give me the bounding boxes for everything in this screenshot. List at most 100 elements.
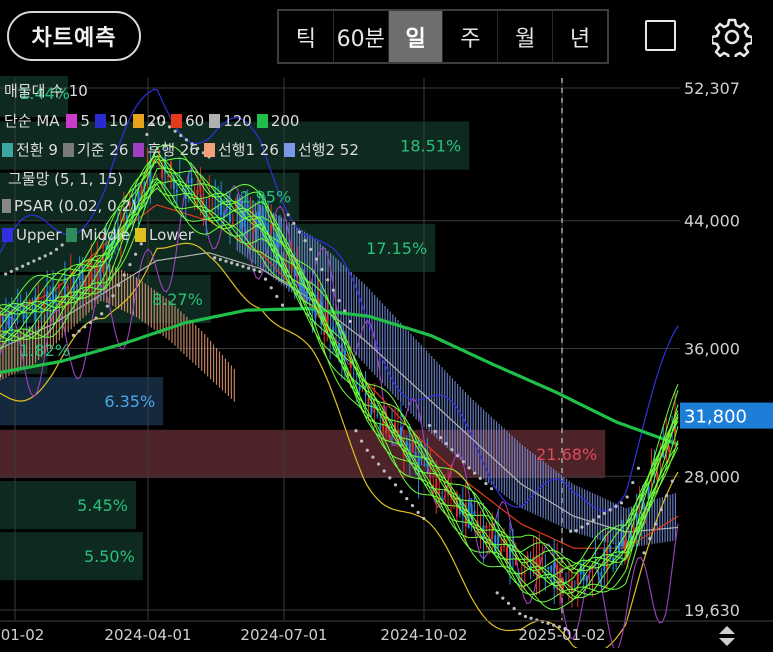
psar-dot [478, 476, 482, 480]
period-month[interactable]: 월 [498, 11, 554, 62]
x-tick-label: 3-01-02 [0, 626, 44, 644]
candle-body [211, 213, 214, 215]
psar-dot [117, 283, 121, 287]
psar-dot [586, 522, 590, 526]
psar-dot [653, 522, 658, 526]
gear-icon[interactable] [712, 17, 752, 57]
candle-body [57, 284, 60, 287]
psar-dot [382, 469, 386, 473]
y-tick-label: 19,630 [684, 601, 740, 620]
psar-dot [21, 264, 25, 268]
candle-body [379, 424, 382, 428]
ma-swatch [256, 114, 268, 128]
candle-body [252, 215, 255, 232]
ichimoku-label: 선행2 52 [297, 141, 359, 159]
psar-dot [26, 262, 30, 266]
bollinger-label: Lower [148, 226, 194, 244]
ichimoku-swatch [283, 143, 295, 157]
legend-ichimoku: 전환 9 기준 26 후행 26 선행1 26 선행2 52 [0, 139, 362, 160]
x-tick-label: 2024-10-02 [380, 626, 467, 644]
ichimoku-swatch [133, 143, 145, 157]
period-tick[interactable]: 틱 [279, 11, 334, 62]
volume-profile-label: 8.27% [152, 290, 203, 309]
psar-dot [422, 516, 426, 521]
psar-dot [580, 525, 584, 529]
psar-dot [224, 259, 228, 263]
price-chart[interactable]: 1.44%18.51%1.95%17.15%8.27%1.82%6.35%21.… [0, 68, 773, 652]
psar-dot [597, 515, 601, 519]
psar-dot [456, 454, 460, 458]
scroll-arrows-icon[interactable] [716, 624, 738, 648]
psar-dot [665, 493, 669, 498]
psar-dot [450, 448, 454, 452]
psar-dot [619, 501, 624, 505]
period-week[interactable]: 주 [443, 11, 499, 62]
psar-dot [9, 269, 13, 274]
candle-body [473, 511, 476, 516]
psar-dot [4, 272, 8, 276]
candle-body [1, 316, 4, 323]
psar-dot [331, 288, 335, 292]
psar-dot [546, 621, 550, 625]
volume-profile-label: 5.45% [77, 496, 128, 515]
volume-profile-label: 1.82% [19, 341, 70, 360]
psar-dot [179, 133, 183, 138]
ichimoku-label: 기준 26 [76, 141, 129, 159]
candle-body [570, 581, 573, 593]
candle-body [311, 310, 314, 313]
x-tick-label: 2024-07-01 [240, 626, 327, 644]
period-day[interactable]: 일 [388, 11, 444, 62]
candle-body [485, 525, 488, 529]
psar-dot [569, 529, 573, 533]
chart-predict-button[interactable]: 차트예측 [7, 11, 141, 61]
bollinger-swatch [134, 228, 146, 242]
current-price-label: 31,800 [684, 407, 747, 428]
chart-area[interactable]: 1.44% 18.51% 1.95% 17.15% 8.27% 1.82% 6.35% 21.… [0, 68, 773, 652]
ichimoku-swatch [62, 143, 74, 157]
psar-dot [518, 612, 522, 616]
psar-dot [83, 325, 87, 329]
psar-dot [32, 259, 36, 263]
psar-dot [213, 256, 217, 260]
y-tick-label: 44,000 [684, 212, 740, 231]
x-tick-label: 2024-04-01 [104, 626, 191, 644]
psar-dot [145, 132, 149, 137]
psar-dot [122, 273, 126, 277]
psar-dot [54, 247, 59, 251]
psar-dot [71, 333, 76, 337]
psar-dot [360, 439, 364, 443]
ma-swatch [171, 114, 183, 128]
psar-dot [670, 479, 674, 483]
candle-body [585, 575, 588, 581]
psar-dot [309, 247, 313, 251]
period-60min[interactable]: 60분 [334, 11, 389, 62]
candle-body [364, 393, 367, 396]
candle-body [343, 350, 346, 361]
psar-dot [348, 319, 352, 323]
square-icon[interactable] [645, 20, 676, 51]
candle-body [388, 434, 391, 437]
psar-dot [297, 230, 302, 234]
ma-label: 10 [108, 112, 128, 130]
psar-dot [241, 264, 245, 268]
ichimoku-swatch [203, 143, 215, 157]
period-year[interactable]: 년 [553, 11, 607, 62]
psar-dot [489, 487, 494, 491]
psar-dot [523, 614, 528, 619]
psar-dot [529, 616, 533, 620]
psar-dot [343, 309, 347, 313]
ma-swatch [94, 114, 106, 128]
candle-body [550, 565, 553, 572]
candle-body [600, 571, 603, 577]
ichimoku-swatch [2, 143, 13, 157]
psar-dot [574, 529, 578, 533]
psar-dot [427, 423, 431, 428]
ma-swatch [209, 114, 221, 128]
psar-dot [648, 536, 652, 541]
volume-profile-label: 18.51% [400, 137, 461, 156]
candle-body [196, 189, 199, 195]
ma-label: 60 [185, 112, 205, 130]
psar-dot [467, 466, 471, 470]
psar-dot [631, 480, 635, 485]
candle-body [25, 314, 28, 319]
